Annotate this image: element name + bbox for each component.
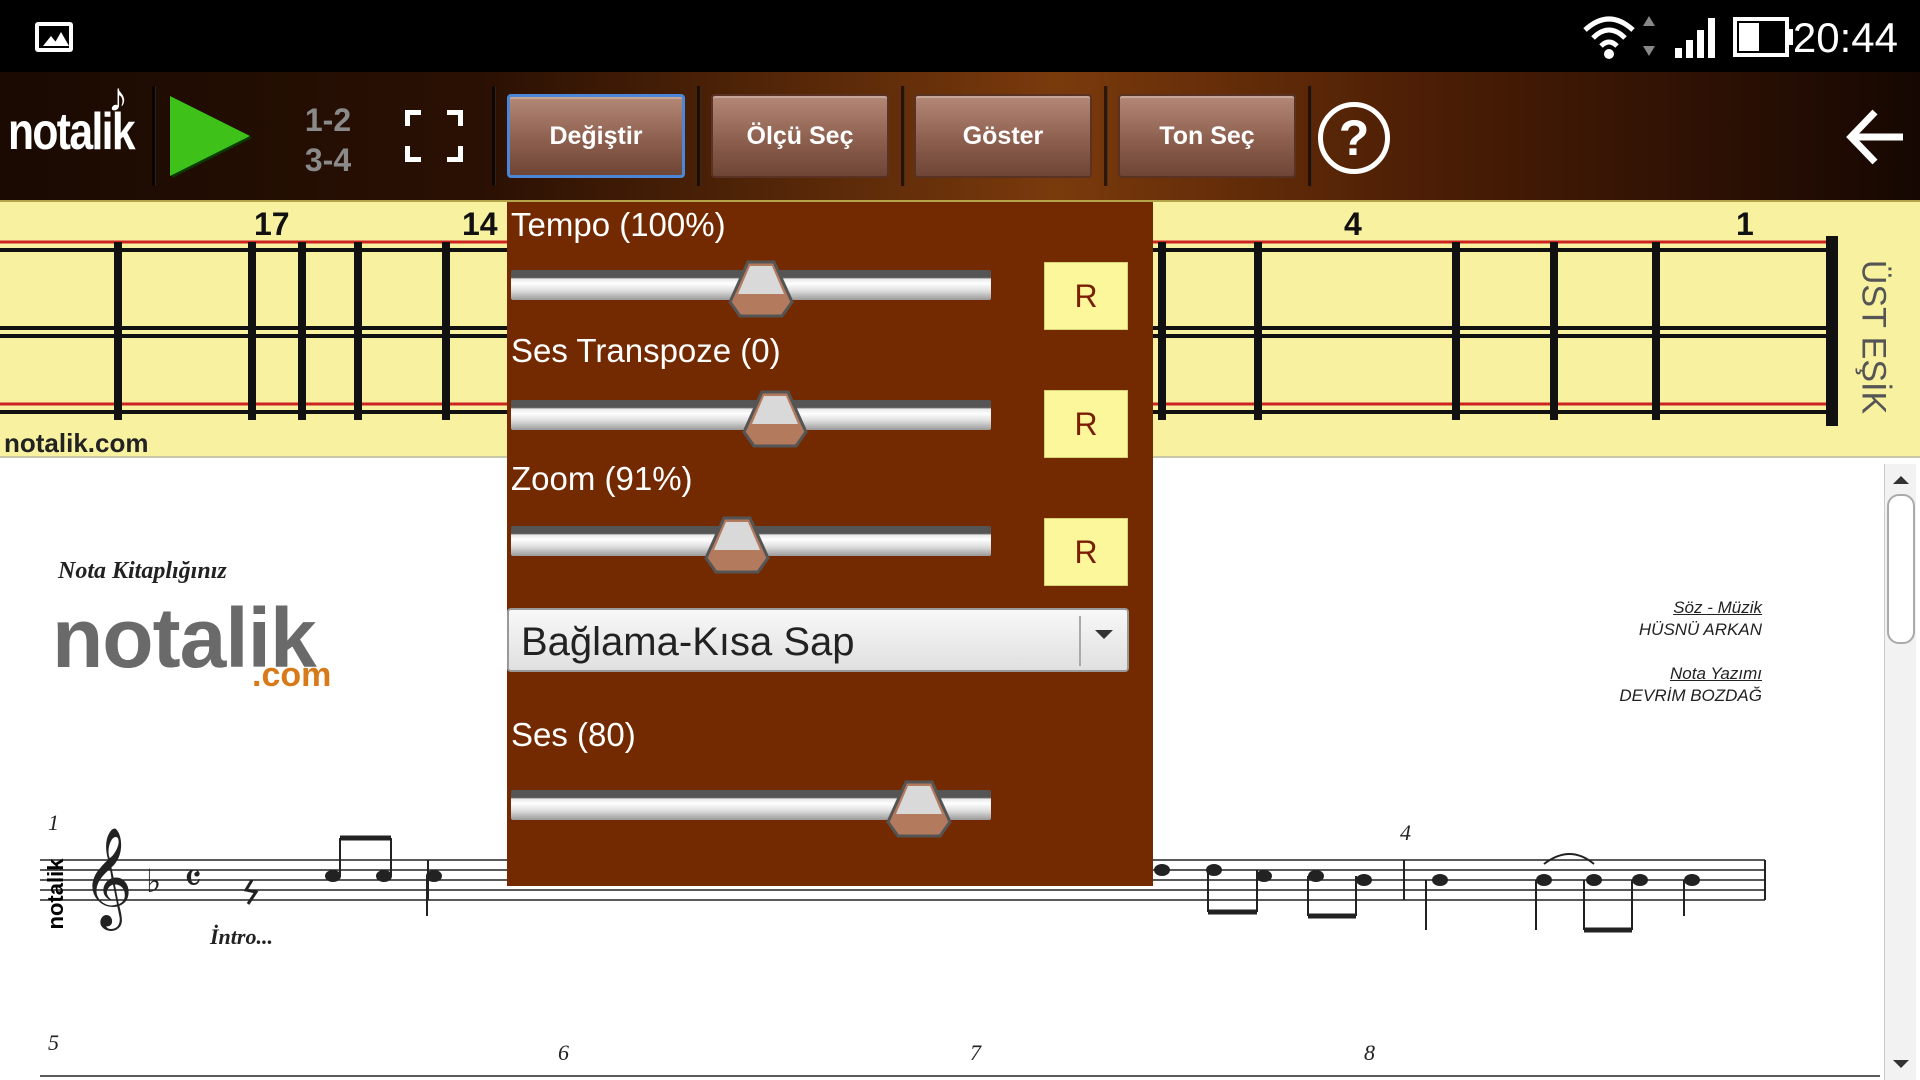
battery-icon bbox=[1733, 17, 1793, 57]
scroll-up-icon[interactable] bbox=[1889, 470, 1913, 490]
measure-select-button[interactable]: Ölçü Seç bbox=[711, 94, 889, 178]
credit-heading-composer: Söz - Müzik bbox=[1673, 598, 1762, 617]
status-bar: 20:44 bbox=[0, 0, 1920, 72]
volume-slider[interactable] bbox=[511, 776, 991, 838]
nut-label: ÜST EŞİK bbox=[1854, 259, 1893, 415]
slider-thumb[interactable] bbox=[740, 386, 810, 450]
bar-number: 5 bbox=[48, 1030, 59, 1055]
toolbar: notalik ♪ 1-2 3-4 Değiştir Ölçü Seç Göst… bbox=[0, 72, 1920, 200]
app-screen: 20:44 notalik ♪ 1-2 3-4 Değiştir Ölçü Se… bbox=[0, 0, 1920, 1080]
measure-top: 1-2 bbox=[304, 102, 352, 138]
change-button[interactable]: Değiştir bbox=[507, 94, 685, 178]
zoom-reset-button[interactable]: R bbox=[1044, 518, 1128, 586]
slider-thumb[interactable] bbox=[726, 256, 796, 320]
zoom-slider[interactable] bbox=[511, 512, 991, 574]
svg-text:𝄴: 𝄴 bbox=[184, 856, 202, 902]
scroll-down-icon[interactable] bbox=[1889, 1054, 1913, 1074]
credit-notation: DEVRİM BOZDAĞ bbox=[1619, 686, 1762, 705]
svg-text:♭: ♭ bbox=[146, 862, 161, 900]
bar-number: 8 bbox=[1364, 1040, 1375, 1065]
play-button[interactable] bbox=[170, 96, 250, 176]
site-label: notalik.com bbox=[4, 428, 149, 458]
key-select-button[interactable]: Ton Seç bbox=[1118, 94, 1296, 178]
gallery-icon bbox=[35, 22, 73, 52]
fret-number: 4 bbox=[1344, 206, 1362, 242]
show-button[interactable]: Göster bbox=[914, 94, 1092, 178]
sheet-scrollbar[interactable] bbox=[1884, 464, 1916, 1080]
instrument-select[interactable]: Bağlama-Kısa Sap bbox=[507, 608, 1129, 672]
instrument-select-value: Bağlama-Kısa Sap bbox=[521, 620, 855, 664]
measure-bottom: 3-4 bbox=[304, 142, 352, 178]
toolbar-divider bbox=[901, 86, 905, 186]
credit-composer: HÜSNÜ ARKAN bbox=[1638, 620, 1762, 639]
signal-icon bbox=[1675, 18, 1715, 58]
brand-com: .com bbox=[252, 656, 332, 694]
fret-number: 1 bbox=[1736, 206, 1754, 242]
transpose-label: Ses Transpoze (0) bbox=[511, 332, 781, 369]
bar-number: 4 bbox=[1400, 820, 1411, 845]
tempo-slider[interactable] bbox=[511, 256, 991, 318]
music-note-icon: ♪ bbox=[108, 76, 128, 120]
chevron-down-icon bbox=[1095, 630, 1113, 639]
tempo-label: Tempo (100%) bbox=[511, 206, 726, 243]
zoom-label: Zoom (91%) bbox=[511, 460, 693, 497]
back-arrow-icon[interactable] bbox=[1845, 102, 1905, 172]
transpose-reset-button[interactable]: R bbox=[1044, 390, 1128, 458]
toolbar-divider bbox=[1104, 86, 1108, 186]
toolbar-divider bbox=[1308, 86, 1312, 186]
help-icon[interactable]: ? bbox=[1318, 102, 1390, 174]
wifi-icon bbox=[1583, 16, 1655, 59]
intro-label: İntro... bbox=[210, 924, 273, 949]
fret-number: 17 bbox=[254, 206, 290, 242]
bar-number: 1 bbox=[48, 810, 59, 835]
transpose-slider[interactable] bbox=[511, 386, 991, 448]
svg-text:𝄞: 𝄞 bbox=[82, 827, 133, 931]
bar-number: 7 bbox=[970, 1040, 981, 1065]
credit-heading-notation: Nota Yazımı bbox=[1670, 664, 1762, 683]
slider-thumb[interactable] bbox=[884, 776, 954, 840]
bar-number: 6 bbox=[558, 1040, 569, 1065]
status-icons bbox=[1579, 12, 1795, 62]
brand-tagline: Nota Kitaplığınız bbox=[58, 558, 227, 584]
fret-number: 14 bbox=[462, 206, 498, 242]
toolbar-divider bbox=[697, 86, 701, 186]
fullscreen-icon[interactable] bbox=[405, 110, 463, 162]
toolbar-divider bbox=[152, 86, 156, 186]
tempo-reset-button[interactable]: R bbox=[1044, 262, 1128, 330]
slider-thumb[interactable] bbox=[702, 512, 772, 576]
vertical-brand: notalik bbox=[43, 858, 68, 930]
scroll-thumb[interactable] bbox=[1887, 494, 1915, 644]
volume-label: Ses (80) bbox=[511, 716, 636, 753]
measure-selector[interactable]: 1-2 3-4 bbox=[300, 100, 356, 180]
clock: 20:44 bbox=[1792, 14, 1898, 61]
toolbar-divider bbox=[492, 86, 496, 186]
settings-panel: Tempo (100%) R Ses Transpoze (0) R Zoom … bbox=[507, 202, 1153, 886]
